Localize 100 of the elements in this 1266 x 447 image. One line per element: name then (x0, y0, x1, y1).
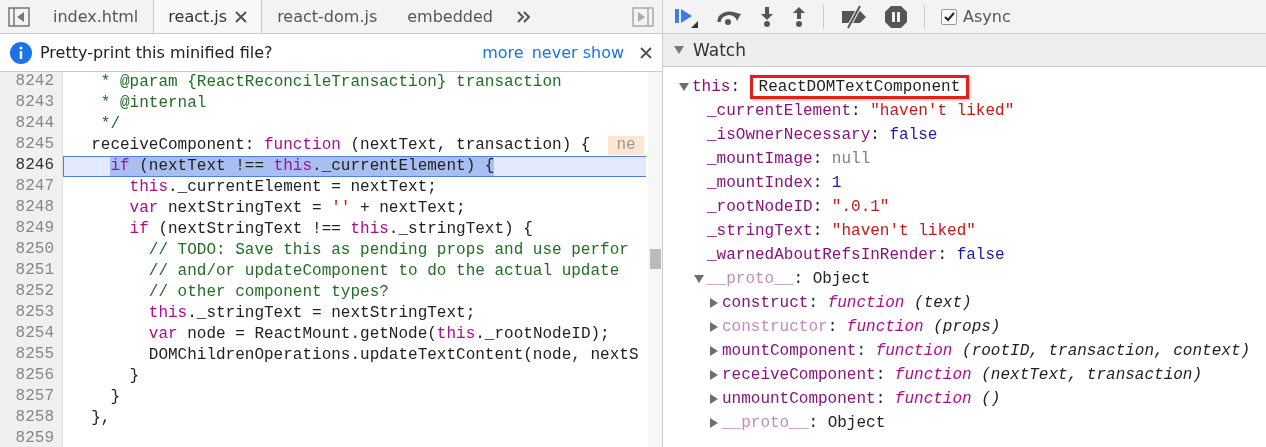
collapsed-arrow-icon[interactable] (708, 369, 720, 381)
property-name: __proto__ (722, 414, 809, 432)
step-into-icon[interactable] (759, 5, 775, 28)
property-value: false (956, 246, 1005, 264)
file-tab[interactable]: react.js (153, 0, 263, 33)
colon: : (730, 78, 740, 96)
line-number: 8244 (14, 114, 55, 134)
property-value: ".0.1" (831, 198, 890, 216)
expanded-arrow-icon[interactable] (678, 81, 690, 93)
property-value: Object (812, 270, 871, 288)
expanded-arrow-icon[interactable] (693, 273, 705, 285)
code-line: // other component types? (148, 283, 389, 302)
line-number: 8249 (14, 219, 55, 239)
code-line: receiveComponent: function (nextText, transaction) { (91, 136, 591, 155)
property-name: _stringText (707, 222, 813, 240)
step-out-icon[interactable] (791, 5, 807, 28)
code-line: * @internal (100, 94, 207, 113)
async-checkbox[interactable]: Async (941, 7, 1011, 26)
watch-section-header[interactable]: Watch (663, 34, 1266, 67)
property-name: _mountIndex (707, 174, 813, 192)
infobar-link[interactable]: never show (531, 43, 624, 62)
code-line: */ (100, 115, 120, 134)
property-name: _isOwnerNecessary (707, 126, 871, 144)
file-tab[interactable]: index.html (38, 0, 154, 33)
code-line: this._currentElement = nextText; (129, 178, 437, 197)
line-number: 8248 (14, 198, 55, 218)
function-params: (props) (933, 318, 1001, 336)
scrollbar[interactable] (648, 72, 662, 447)
property-name: _currentElement (707, 102, 852, 120)
colon: : (812, 222, 823, 240)
collapsed-arrow-icon[interactable] (708, 393, 720, 405)
code-line: this._stringText = nextStringText; (148, 304, 476, 323)
line-number: 8252 (14, 282, 55, 302)
file-tab[interactable]: embedded (392, 0, 508, 33)
line-number: 8247 (14, 177, 55, 197)
property-name: mountComponent (722, 342, 857, 360)
code-line: * @param {ReactReconcileTransaction} transaction (100, 73, 562, 92)
line-number: 8259 (14, 429, 55, 447)
file-tab[interactable]: react-dom.js (262, 0, 393, 33)
line-number: 8253 (14, 303, 55, 323)
code-line: DOMChildrenOperations.updateTextContent(node, nextS (148, 346, 639, 365)
collapsed-arrow-icon[interactable] (708, 417, 720, 429)
colon: : (875, 390, 886, 408)
function-params: (nextText, transaction) (981, 366, 1203, 384)
line-number: 8257 (14, 387, 55, 407)
property-value: false (889, 126, 938, 144)
line-number: 8251 (14, 261, 55, 281)
code-line: }, (91, 409, 111, 428)
colon: : (870, 126, 880, 144)
infobar-message: Pretty-print this minified file? (40, 43, 274, 62)
pause-icon[interactable] (884, 4, 908, 29)
line-number: 8256 (14, 366, 55, 386)
property-name: receiveComponent (722, 366, 876, 384)
colon: : (808, 414, 819, 432)
colon: : (827, 318, 838, 336)
property-name: construct (722, 294, 809, 312)
function-keyword: function (846, 318, 924, 336)
function-keyword: function (827, 294, 905, 312)
info-icon (10, 41, 32, 64)
close-icon[interactable] (640, 46, 652, 59)
inline-value: ne (608, 136, 644, 155)
function-params: () (981, 390, 1001, 408)
property-name: __proto__ (707, 270, 794, 288)
close-icon[interactable] (235, 10, 248, 23)
property-name: _mountImage (707, 150, 813, 168)
property-value: 1 (831, 174, 842, 192)
code-line: if (nextStringText !== this._stringText) { (129, 220, 533, 239)
code-line: var nextStringText = '' + nextText; (129, 199, 466, 218)
collapsed-arrow-icon[interactable] (708, 297, 720, 309)
code-line: // TODO: Save this as pending props and use perfor (148, 241, 629, 260)
expanded-arrow-icon (673, 44, 685, 56)
property-value: "haven't liked" (831, 222, 976, 240)
code-line: var node = ReactMount.getNode(this._rootNodeID); (148, 325, 610, 344)
colon: : (793, 270, 804, 288)
colon: : (937, 246, 948, 264)
colon: : (812, 150, 823, 168)
property-name: _warnedAboutRefsInRender (707, 246, 938, 264)
collapsed-arrow-icon[interactable] (708, 321, 720, 333)
line-number: 8245 (14, 135, 55, 155)
line-number: 8243 (14, 93, 55, 113)
property-value: Object (827, 414, 886, 432)
infobar-link[interactable]: more (482, 43, 524, 62)
line-number: 8250 (14, 240, 55, 260)
function-params: (text) (914, 294, 972, 312)
collapsed-arrow-icon[interactable] (708, 345, 720, 357)
property-name: unmountComponent (722, 390, 876, 408)
colon: : (875, 366, 886, 384)
property-name: this (692, 78, 731, 96)
line-number: 8258 (14, 408, 55, 428)
line-number: 8255 (14, 345, 55, 365)
deactivate-breakpoints-icon[interactable] (840, 4, 868, 29)
function-keyword: function (894, 366, 972, 384)
line-number: 8246 (14, 156, 55, 176)
property-name: _rootNodeID (707, 198, 813, 216)
colon: : (812, 198, 823, 216)
colon: : (851, 102, 861, 120)
property-value: null (831, 150, 871, 168)
function-params: (rootID, transaction, context) (962, 342, 1251, 360)
function-keyword: function (875, 342, 953, 360)
code-line: // and/or updateComponent to do the actual update (148, 262, 620, 281)
